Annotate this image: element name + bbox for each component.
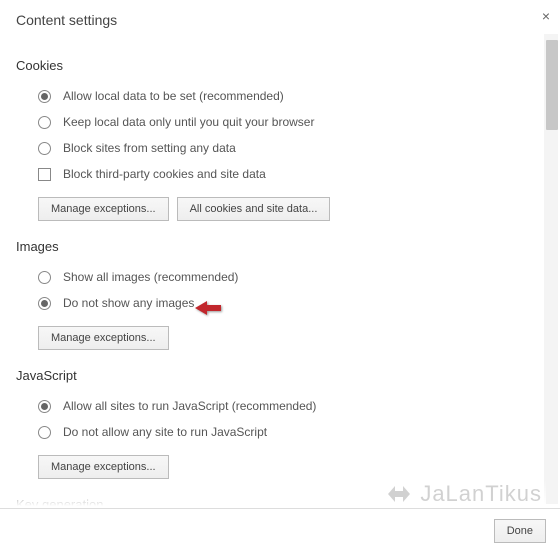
content-area: Cookies Allow local data to be set (reco… (0, 36, 560, 506)
section-key-generation: Key generation Allow all sites to use ke… (16, 497, 544, 506)
section-cookies: Cookies Allow local data to be set (reco… (16, 58, 544, 221)
section-images: Images Show all images (recommended) Do … (16, 239, 544, 350)
checkbox-label: Block third-party cookies and site data (63, 167, 266, 181)
radio-images-show[interactable]: Show all images (recommended) (16, 264, 544, 290)
radio-icon (38, 116, 51, 129)
radio-images-do-not-show[interactable]: Do not show any images (16, 290, 544, 316)
radio-icon (38, 90, 51, 103)
radio-icon (38, 400, 51, 413)
section-title-keygen: Key generation (16, 497, 544, 506)
radio-js-block[interactable]: Do not allow any site to run JavaScript (16, 419, 544, 445)
radio-label: Allow local data to be set (recommended) (63, 89, 284, 103)
dialog-title: Content settings (0, 0, 560, 36)
radio-cookies-keep-until-quit[interactable]: Keep local data only until you quit your… (16, 109, 544, 135)
radio-icon (38, 142, 51, 155)
manage-exceptions-button[interactable]: Manage exceptions... (38, 326, 169, 350)
dialog-footer: Done (0, 508, 560, 553)
section-title-images: Images (16, 239, 544, 254)
manage-exceptions-button[interactable]: Manage exceptions... (38, 197, 169, 221)
section-title-cookies: Cookies (16, 58, 544, 73)
content-settings-dialog: Content settings × Cookies Allow local d… (0, 0, 560, 553)
checkbox-block-third-party[interactable]: Block third-party cookies and site data (16, 161, 544, 187)
radio-icon (38, 297, 51, 310)
all-cookies-button[interactable]: All cookies and site data... (177, 197, 331, 221)
radio-label: Allow all sites to run JavaScript (recom… (63, 399, 316, 413)
radio-label: Block sites from setting any data (63, 141, 236, 155)
radio-cookies-allow[interactable]: Allow local data to be set (recommended) (16, 83, 544, 109)
radio-icon (38, 426, 51, 439)
close-icon[interactable]: × (542, 8, 550, 24)
done-button[interactable]: Done (494, 519, 546, 543)
radio-js-allow[interactable]: Allow all sites to run JavaScript (recom… (16, 393, 544, 419)
radio-label: Do not allow any site to run JavaScript (63, 425, 267, 439)
radio-label: Do not show any images (63, 296, 194, 310)
radio-label: Keep local data only until you quit your… (63, 115, 314, 129)
section-javascript: JavaScript Allow all sites to run JavaSc… (16, 368, 544, 479)
radio-icon (38, 271, 51, 284)
checkbox-icon (38, 168, 51, 181)
radio-label: Show all images (recommended) (63, 270, 238, 284)
radio-cookies-block[interactable]: Block sites from setting any data (16, 135, 544, 161)
manage-exceptions-button[interactable]: Manage exceptions... (38, 455, 169, 479)
section-title-javascript: JavaScript (16, 368, 544, 383)
